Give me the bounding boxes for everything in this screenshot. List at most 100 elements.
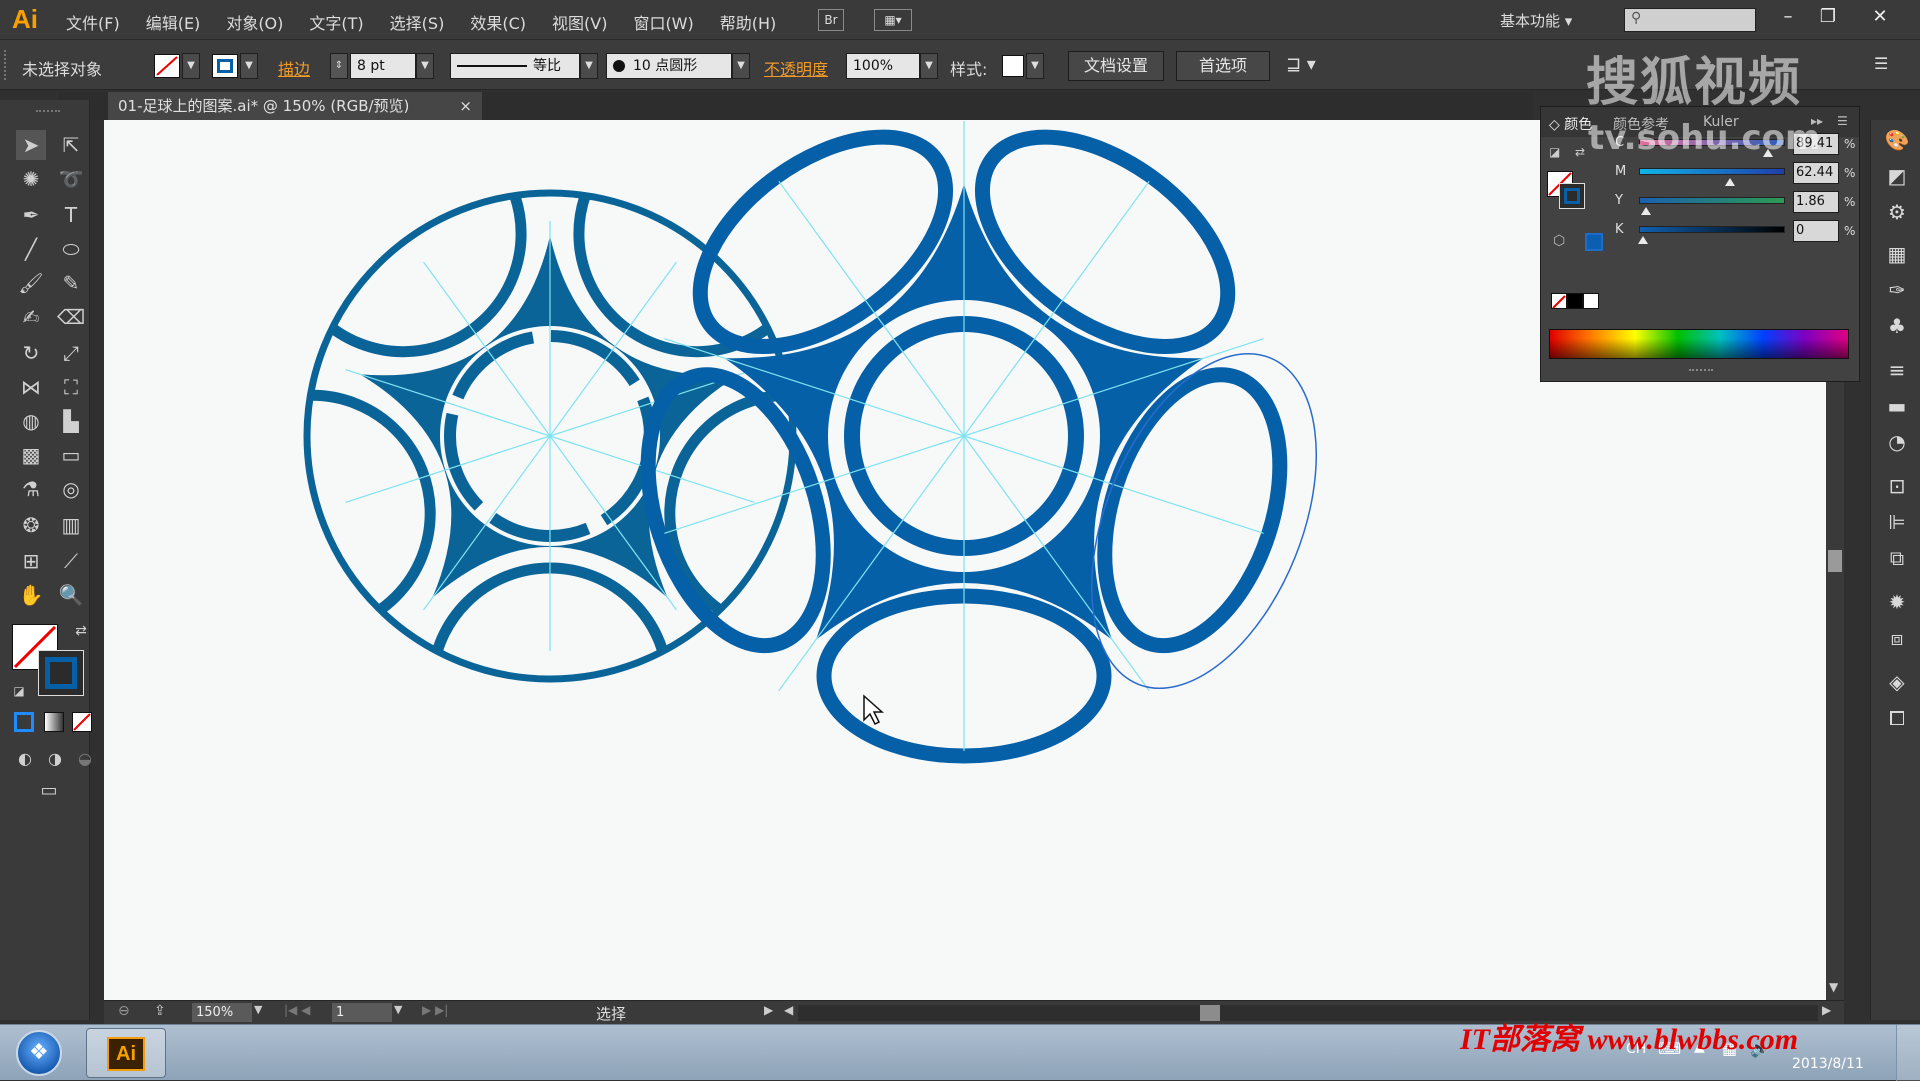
vertical-scroll-thumb[interactable]	[1828, 550, 1842, 572]
color-spectrum-bar[interactable]	[1549, 329, 1849, 359]
channel-value-m[interactable]: 62.44	[1793, 162, 1839, 184]
eraser-tool-icon[interactable]: ⌫	[56, 302, 86, 332]
opacity-dropdown[interactable]: ▼	[920, 53, 938, 79]
help-search-input[interactable]: ⚲	[1624, 8, 1756, 32]
color-panel-icon[interactable]: 🎨	[1883, 126, 1911, 154]
black-color-chip[interactable]	[1567, 293, 1583, 309]
color-mode-icon[interactable]	[14, 712, 34, 732]
magic-wand-tool-icon[interactable]: ✺	[16, 164, 46, 194]
type-tool-icon[interactable]: T	[56, 200, 86, 230]
stroke-panel-icon[interactable]: ≡	[1883, 356, 1911, 384]
minimize-button[interactable]: –	[1770, 4, 1806, 30]
panel-resize-grip[interactable]	[1689, 369, 1713, 371]
preferences-button[interactable]: 首选项	[1176, 51, 1270, 81]
scroll-left-arrow-icon[interactable]: ◀	[784, 1003, 793, 1017]
layers-icon[interactable]: ◈	[1883, 668, 1911, 696]
channel-slider-y[interactable]	[1639, 197, 1785, 215]
pathfinder-icon[interactable]: ⧉	[1883, 544, 1911, 572]
line-tool-icon[interactable]: ╱	[16, 234, 46, 264]
gradient-panel-icon[interactable]: ▬	[1883, 392, 1911, 420]
profile-dropdown[interactable]: ▼	[580, 53, 598, 79]
slider-thumb[interactable]	[1725, 178, 1736, 186]
status-menu-arrow-icon[interactable]: ▶	[764, 1003, 773, 1017]
brush-dropdown[interactable]: ▼	[732, 53, 750, 79]
menu-select[interactable]: 选择(S)	[390, 10, 445, 34]
artboard-number-input[interactable]: 1	[332, 1003, 392, 1022]
view-toggle-icon[interactable]: ⊖	[118, 1003, 130, 1019]
opacity-input[interactable]: 100%	[846, 53, 920, 79]
pencil-tool-icon[interactable]: ✎	[56, 268, 86, 298]
hand-tool-icon[interactable]: ✋	[16, 580, 46, 610]
default-colors-icon[interactable]: ◪	[4, 676, 34, 706]
swap-fill-stroke-icon[interactable]: ⇄	[66, 616, 96, 646]
document-tab[interactable]: 01-足球上的图案.ai* @ 150% (RGB/预览) ×	[108, 92, 482, 120]
graphic-styles-icon[interactable]: ⧈	[1883, 624, 1911, 652]
scroll-down-arrow-icon[interactable]: ▼	[1829, 980, 1838, 994]
menu-window[interactable]: 窗口(W)	[633, 10, 693, 34]
scale-tool-icon[interactable]: ⤢	[56, 338, 86, 368]
panel-menu-icon[interactable]: ☰	[1874, 54, 1888, 73]
opacity-panel-link[interactable]: 不透明度	[764, 56, 828, 80]
draw-behind-icon[interactable]: ◑	[40, 744, 70, 774]
zoom-dropdown-icon[interactable]: ▼	[254, 1003, 262, 1016]
fill-dropdown[interactable]: ▼	[182, 53, 200, 79]
ellipse-tool-icon[interactable]: ⬭	[56, 234, 86, 264]
channel-value-k[interactable]: 0	[1793, 220, 1839, 242]
taskbar-illustrator[interactable]: Ai	[86, 1028, 166, 1078]
share-icon[interactable]: ⇪	[154, 1003, 166, 1019]
grip-handle[interactable]	[4, 50, 10, 80]
slider-thumb[interactable]	[1640, 207, 1651, 215]
eyedropper-tool-icon[interactable]: ⚗	[16, 474, 46, 504]
graphic-style-swatch[interactable]	[1002, 55, 1024, 77]
stroke-weight-stepper[interactable]: ⇕	[330, 53, 348, 79]
menu-effect[interactable]: 效果(C)	[470, 10, 526, 34]
stroke-weight-dropdown[interactable]: ▼	[416, 53, 434, 79]
start-button[interactable]: ❖	[16, 1030, 62, 1076]
shape-builder-tool-icon[interactable]: ◍	[16, 406, 46, 436]
gamut-cube-icon[interactable]: ⬡	[1553, 233, 1565, 249]
swap-colors-icon[interactable]: ⇄	[1575, 145, 1585, 159]
symbol-sprayer-tool-icon[interactable]: ❂	[16, 510, 46, 540]
first-artboard-icon[interactable]: |◀ ◀	[284, 1003, 310, 1017]
panel-options-icon[interactable]: ☰	[1837, 114, 1848, 128]
mesh-tool-icon[interactable]: ▩	[16, 440, 46, 470]
free-transform-tool-icon[interactable]: ⛶	[56, 372, 86, 402]
lasso-tool-icon[interactable]: ➰	[56, 164, 86, 194]
brush-definition[interactable]: 10 点圆形	[606, 53, 732, 79]
zoom-level-input[interactable]: 150%	[192, 1003, 252, 1022]
blob-brush-tool-icon[interactable]: ✍	[16, 302, 46, 332]
channel-slider-k[interactable]	[1638, 226, 1785, 244]
direct-selection-tool-icon[interactable]: ⇱	[56, 130, 86, 160]
scroll-right-arrow-icon[interactable]: ▶	[1822, 1003, 1831, 1017]
stroke-dropdown[interactable]: ▼	[240, 53, 258, 79]
show-desktop-button[interactable]	[1896, 1025, 1920, 1081]
blend-tool-icon[interactable]: ◎	[56, 474, 86, 504]
rotate-tool-icon[interactable]: ↻	[16, 338, 46, 368]
draw-normal-icon[interactable]: ◐	[10, 744, 40, 774]
close-tab-icon[interactable]: ×	[459, 92, 472, 120]
transform-icon[interactable]: ⊡	[1883, 472, 1911, 500]
channel-slider-m[interactable]	[1639, 168, 1785, 186]
default-colors-icon[interactable]: ◪	[1549, 145, 1565, 161]
arrange-documents-button[interactable]: ▦▾	[874, 9, 912, 31]
column-graph-tool-icon[interactable]: ▥	[56, 510, 86, 540]
menu-object[interactable]: 对象(O)	[226, 10, 283, 34]
paintbrush-tool-icon[interactable]: 🖌	[16, 268, 46, 298]
workspace-switcher[interactable]: 基本功能 ▾	[1500, 10, 1572, 31]
menu-edit[interactable]: 编辑(E)	[146, 10, 201, 34]
artboards-icon[interactable]: ⧠	[1883, 704, 1911, 732]
swatches-icon[interactable]: ▦	[1883, 240, 1911, 268]
align-icon[interactable]: ⊫	[1883, 508, 1911, 536]
stroke-weight-input[interactable]: 8 pt	[350, 53, 416, 79]
pen-tool-icon[interactable]: ✒	[16, 200, 46, 230]
document-setup-button[interactable]: 文档设置	[1068, 51, 1164, 81]
stroke-panel-link[interactable]: 描边	[278, 56, 310, 80]
menu-type[interactable]: 文字(T)	[309, 10, 363, 34]
slice-tool-icon[interactable]: ⟋	[56, 546, 86, 576]
gradient-mode-icon[interactable]	[44, 712, 64, 732]
toolbox-stroke-swatch[interactable]	[38, 650, 84, 696]
none-mode-icon[interactable]	[72, 712, 92, 732]
artboard-dropdown-icon[interactable]: ▼	[394, 1003, 402, 1016]
symbols-icon[interactable]: ♣	[1883, 312, 1911, 340]
bridge-button[interactable]: Br	[818, 9, 844, 31]
